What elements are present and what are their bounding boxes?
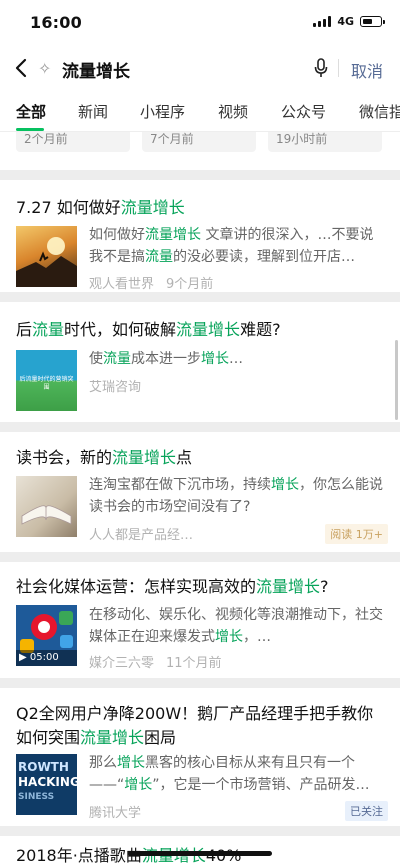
- active-tab-indicator: [16, 128, 44, 131]
- result-meta: 艾瑞咨询: [89, 376, 141, 395]
- stub-chip[interactable]: 19小时前: [268, 132, 382, 152]
- result-thumbnail: [16, 226, 77, 287]
- tab-news[interactable]: 新闻: [78, 101, 108, 122]
- status-icons: 4G: [313, 15, 385, 28]
- stub-chip[interactable]: 7个月前: [142, 132, 256, 152]
- result-card[interactable]: Q2全网用户净降200W！鹅厂产品经理手把手教你如何突围流量增长困局 ROWTH…: [0, 688, 400, 826]
- result-snippet: 在移动化、娱乐化、视频化等浪潮推动下，社交媒体正在迎来爆发式增长，…: [89, 607, 383, 645]
- cancel-button[interactable]: 取消: [351, 58, 383, 82]
- result-source: 媒介三六零: [89, 656, 155, 671]
- followed-badge: 已关注: [345, 801, 388, 821]
- result-title[interactable]: 后流量时代，如何破解流量增长难题?: [16, 318, 386, 342]
- result-meta: 观人看世界 9个月前: [89, 273, 213, 292]
- home-indicator[interactable]: [128, 851, 272, 856]
- result-title[interactable]: 7.27 如何做好流量增长: [16, 196, 386, 220]
- result-thumbnail: 后流量时代的营销突围: [16, 350, 77, 411]
- network-label: 4G: [337, 15, 354, 28]
- result-snippet: 如何做好流量增长 文章讲的很深入，…不要说我不是搞流量的没必要读，理解到位开店…: [89, 227, 374, 265]
- previous-card-stub: 2个月前 7个月前 19小时前: [0, 132, 400, 170]
- result-time: 11个月前: [166, 656, 222, 671]
- status-time: 16:00: [30, 13, 82, 32]
- result-card[interactable]: 7.27 如何做好流量增长 如何做好流量增长 文章讲的很深入，…不要说我不是搞流…: [0, 180, 400, 292]
- back-arrow-icon[interactable]: [12, 56, 32, 80]
- signal-icon: [313, 16, 332, 27]
- tab-official-accounts[interactable]: 公众号: [281, 101, 326, 122]
- result-source: 艾瑞咨询: [89, 380, 142, 395]
- result-thumbnail: [16, 476, 77, 537]
- tab-wechat-index[interactable]: 微信指: [359, 101, 400, 122]
- microphone-icon[interactable]: [314, 58, 328, 78]
- result-meta: 人人都是产品经…: [89, 524, 193, 543]
- result-meta: 媒介三六零 11个月前: [89, 652, 222, 671]
- thumbnail-caption: 后流量时代的营销突围: [19, 376, 74, 391]
- result-title[interactable]: 社会化媒体运营：怎样实现高效的流量增长?: [16, 575, 386, 599]
- tab-mini-programs[interactable]: 小程序: [140, 101, 185, 122]
- sparkle-icon: ✧: [38, 59, 52, 78]
- result-time: 9个月前: [166, 277, 214, 292]
- video-thumbnail[interactable]: ▶ 05:00: [16, 605, 77, 666]
- result-title[interactable]: 读书会，新的流量增长点: [16, 446, 386, 470]
- thumbnail-text: ROWTH HACKING SINESS: [18, 760, 77, 802]
- open-book-image: [21, 505, 72, 525]
- result-title[interactable]: Q2全网用户净降200W！鹅厂产品经理手把手教你如何突围流量增长困局: [16, 702, 386, 750]
- search-bar: ✧ 流量增长 取消: [0, 46, 400, 90]
- search-divider: [338, 59, 339, 77]
- stub-chip[interactable]: 2个月前: [16, 132, 130, 152]
- result-card[interactable]: 社会化媒体运营：怎样实现高效的流量增长? ▶ 05:00 在移动化、娱乐化、视频…: [0, 562, 400, 678]
- result-source: 观人看世界: [89, 277, 155, 292]
- result-thumbnail: ROWTH HACKING SINESS: [16, 754, 77, 815]
- scrollbar[interactable]: [395, 340, 398, 420]
- wechat-search-page: 16:00 4G ✧ 流量增长 取消 全部 新闻 小程序 视频 公众号 微信指: [0, 0, 400, 865]
- video-duration: ▶ 05:00: [16, 650, 77, 666]
- play-icon: ▶: [19, 652, 27, 663]
- status-bar: 16:00 4G: [0, 0, 400, 46]
- battery-icon: [360, 16, 385, 27]
- result-source: 腾讯大学: [89, 806, 142, 821]
- search-input[interactable]: 流量增长: [62, 57, 130, 82]
- tab-video[interactable]: 视频: [218, 101, 248, 122]
- tab-all[interactable]: 全部: [16, 101, 46, 122]
- sunset-climber-image: [16, 237, 77, 287]
- result-snippet: 连淘宝都在做下沉市场，持续增长，你怎么能说读书会的市场空间没有了?: [89, 477, 383, 515]
- result-card[interactable]: 后流量时代，如何破解流量增长难题? 后流量时代的营销突围 使流量成本进一步增长……: [0, 302, 400, 422]
- read-count-badge: 阅读 1万+: [325, 524, 388, 544]
- result-meta: 腾讯大学: [89, 802, 141, 821]
- result-source: 人人都是产品经…: [89, 528, 194, 543]
- result-feed: 2个月前 7个月前 19小时前 7.27 如何做好流量增长 如何做好流量增长 文…: [0, 132, 400, 865]
- result-card[interactable]: 读书会，新的流量增长点 连淘宝都在做下沉市场，持续增长，你怎么能说读书会的市场空…: [0, 432, 400, 552]
- result-snippet: 那么增长黑客的核心目标从来有且只有一个——“增长”，它是一个市场营销、产品研发…: [89, 755, 370, 793]
- result-snippet: 使流量成本进一步增长…: [89, 351, 243, 367]
- category-tabs: 全部 新闻 小程序 视频 公众号 微信指: [0, 90, 400, 132]
